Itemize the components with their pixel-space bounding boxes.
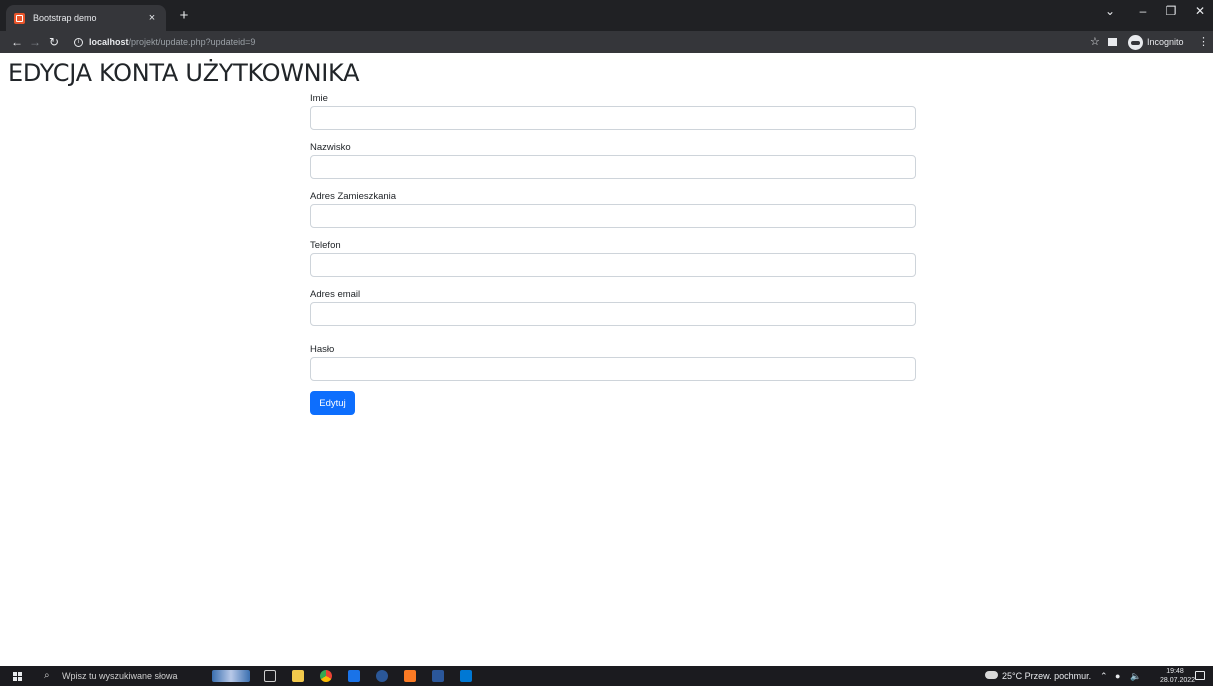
tab-search-icon[interactable]: ⌄ [1099, 4, 1121, 18]
windows-taskbar: ⌕ Wpisz tu wyszukiwane słowa 25°C Przew.… [0, 666, 1213, 686]
reload-icon[interactable]: ↻ [45, 33, 63, 51]
news-widget-icon[interactable] [212, 670, 250, 682]
search-icon[interactable]: ⌕ [44, 669, 50, 683]
field-phone: Telefon [310, 240, 916, 289]
xampp-icon[interactable] [404, 670, 416, 682]
url-host: localhost [89, 37, 129, 47]
page-title: EDYCJA KONTA UŻYTKOWNIKA [8, 59, 360, 87]
word-icon[interactable] [432, 670, 444, 682]
last-name-input[interactable] [310, 155, 916, 179]
eclipse-icon[interactable] [376, 670, 388, 682]
address-bar[interactable]: i localhost /projekt/update.php?updateid… [74, 33, 1084, 51]
field-address: Adres Zamieszkania [310, 191, 916, 240]
taskbar-search-input[interactable]: Wpisz tu wyszukiwane słowa [62, 670, 178, 682]
windows-start-icon[interactable] [13, 672, 22, 681]
forward-icon[interactable]: → [26, 33, 44, 51]
address-input[interactable] [310, 204, 916, 228]
browser-toolbar: ← → ↻ i localhost /projekt/update.php?up… [0, 31, 1213, 53]
last-name-label: Nazwisko [310, 142, 351, 153]
edit-account-form: Imie Nazwisko Adres Zamieszkania Telefon… [310, 93, 916, 393]
minimize-icon[interactable]: – [1132, 4, 1154, 18]
tab-title: Bootstrap demo [33, 13, 97, 23]
field-password: Hasło [310, 344, 916, 393]
email-input[interactable] [310, 302, 916, 326]
tab-close-icon[interactable]: × [146, 12, 158, 24]
edit-submit-button[interactable]: Edytuj [310, 391, 355, 415]
field-first-name: Imie [310, 93, 916, 142]
bootstrap-favicon-icon [14, 12, 25, 24]
back-icon[interactable]: ← [8, 33, 26, 51]
notification-icon[interactable] [1195, 671, 1205, 680]
clock-date: 28.07.2022 [1160, 677, 1196, 684]
incognito-label: Incognito [1147, 37, 1184, 47]
first-name-input[interactable] [310, 106, 916, 130]
vscode-icon[interactable] [460, 670, 472, 682]
first-name-label: Imie [310, 93, 328, 104]
browser-menu-icon[interactable]: ⋮ [1198, 33, 1209, 51]
browser-tab-strip: Bootstrap demo × + ⌄ – ❐ ✕ [0, 0, 1213, 31]
page-content: EDYCJA KONTA UŻYTKOWNIKA Imie Nazwisko A… [0, 53, 1213, 666]
incognito-indicator[interactable]: Incognito [1128, 34, 1184, 50]
site-info-icon[interactable]: i [74, 37, 83, 47]
weather-text[interactable]: 25°C Przew. pochmur. [1002, 670, 1091, 682]
file-explorer-icon[interactable] [292, 670, 304, 682]
microphone-icon[interactable]: ● [1115, 670, 1120, 682]
close-window-icon[interactable]: ✕ [1189, 4, 1211, 18]
weather-cloud-icon[interactable] [985, 671, 998, 679]
url-path: /projekt/update.php?updateid=9 [128, 37, 256, 47]
browser-tab[interactable]: Bootstrap demo × [6, 5, 166, 31]
new-tab-button[interactable]: + [174, 6, 194, 26]
maximize-icon[interactable]: ❐ [1160, 4, 1182, 18]
phone-input[interactable] [310, 253, 916, 277]
chrome-icon[interactable] [320, 670, 332, 682]
incognito-icon [1128, 34, 1143, 50]
app-icon[interactable] [348, 670, 360, 682]
password-input[interactable] [310, 357, 916, 381]
phone-label: Telefon [310, 240, 341, 251]
password-label: Hasło [310, 344, 335, 355]
address-label: Adres Zamieszkania [310, 191, 397, 202]
side-panel-icon[interactable] [1108, 38, 1117, 46]
taskbar-clock[interactable]: 19:48 28.07.2022 [1160, 667, 1196, 685]
volume-icon[interactable]: 🔈 [1130, 670, 1141, 682]
field-last-name: Nazwisko [310, 142, 916, 191]
bookmark-star-icon[interactable]: ☆ [1090, 33, 1100, 51]
task-view-icon[interactable] [264, 670, 276, 682]
tray-chevron-icon[interactable]: ⌃ [1100, 670, 1108, 682]
clock-time: 19:48 [1166, 668, 1184, 675]
email-label: Adres email [310, 289, 361, 300]
field-email: Adres email [310, 289, 916, 344]
